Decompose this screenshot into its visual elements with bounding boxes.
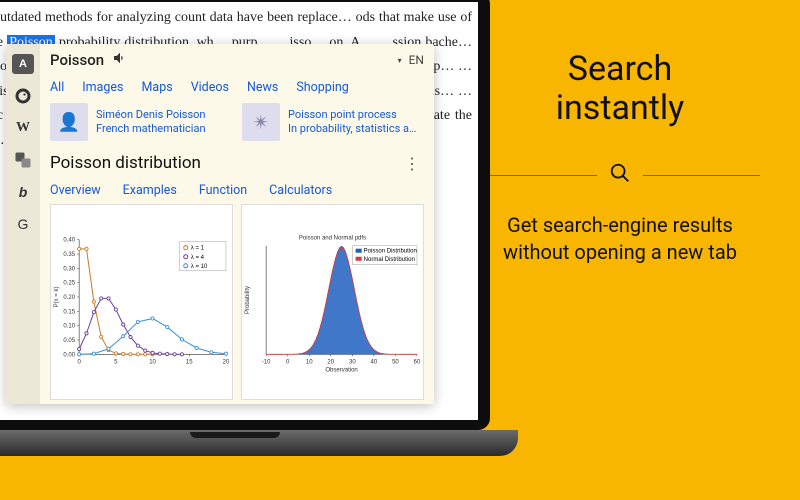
engine-google-icon[interactable]: G	[13, 214, 33, 234]
svg-text:20: 20	[223, 359, 230, 365]
svg-text:Probability: Probability	[245, 286, 251, 314]
svg-text:λ = 10: λ = 10	[191, 264, 208, 270]
svg-text:20: 20	[327, 359, 334, 365]
knowledge-title: Poisson point process	[288, 108, 416, 122]
promo-subtitle: Get search-engine results without openin…	[480, 212, 760, 266]
svg-text:λ = 4: λ = 4	[191, 255, 205, 261]
svg-text:Normal Distribution: Normal Distribution	[364, 257, 415, 263]
knowledge-subtitle: French mathematician	[96, 122, 206, 136]
knowledge-thumbnail: ✴	[242, 103, 280, 141]
tab-shopping[interactable]: Shopping	[296, 80, 348, 95]
svg-text:P(x = k): P(x = k)	[54, 287, 60, 308]
subtab-overview[interactable]: Overview	[50, 183, 101, 198]
section-subtabs: Overview Examples Function Calculators	[50, 173, 424, 204]
svg-text:30: 30	[349, 359, 356, 365]
engine-wikipedia-icon[interactable]: W	[13, 118, 33, 138]
svg-text:10: 10	[306, 359, 313, 365]
subtab-examples[interactable]: Examples	[123, 183, 177, 198]
svg-text:0.40: 0.40	[63, 238, 75, 244]
svg-text:0.05: 0.05	[63, 338, 75, 344]
subtab-function[interactable]: Function	[199, 183, 247, 198]
svg-text:15: 15	[186, 359, 193, 365]
svg-text:0: 0	[77, 359, 81, 365]
tab-news[interactable]: News	[247, 80, 278, 95]
svg-text:60: 60	[414, 359, 421, 365]
svg-text:-10: -10	[262, 359, 271, 365]
svg-text:Poisson Distribution: Poisson Distribution	[364, 249, 417, 255]
svg-text:0.30: 0.30	[63, 266, 75, 272]
chart-pmf: 0.00 0.05 0.10 0.15 0.20 0.25 0.30 0.35 0.40 0 5 10…	[50, 204, 233, 400]
tab-videos[interactable]: Videos	[191, 80, 229, 95]
svg-text:0.00: 0.00	[63, 352, 75, 358]
tab-maps[interactable]: Maps	[142, 80, 173, 95]
svg-text:0.25: 0.25	[63, 281, 75, 287]
engine-google-translate-icon[interactable]	[13, 150, 33, 170]
subtab-calculators[interactable]: Calculators	[269, 183, 332, 198]
divider	[480, 175, 597, 176]
svg-text:5: 5	[114, 359, 118, 365]
engine-generic-icon[interactable]: A	[12, 54, 34, 74]
svg-text:λ = 1: λ = 1	[191, 246, 205, 252]
tab-all[interactable]: All	[50, 80, 64, 95]
search-icon	[609, 162, 631, 188]
svg-text:0.20: 0.20	[63, 295, 75, 301]
tab-images[interactable]: Images	[82, 80, 123, 95]
svg-text:0.15: 0.15	[63, 309, 75, 315]
knowledge-card[interactable]: ✴ Poisson point process In probability, …	[242, 103, 424, 141]
svg-text:40: 40	[371, 359, 378, 365]
svg-text:0: 0	[286, 359, 290, 365]
search-popup: A W b G Poisson	[6, 44, 434, 404]
svg-text:10: 10	[149, 359, 156, 365]
engine-bing-icon[interactable]: b	[13, 182, 33, 202]
knowledge-title: Siméon Denis Poisson	[96, 108, 206, 122]
popup-query: Poisson	[50, 51, 104, 69]
chart-pdf: Poisson and Normal pdfs -10 0 10 20 30 40 50 60 O…	[241, 204, 424, 400]
divider	[643, 175, 760, 176]
svg-text:Poisson and Normal pdfs: Poisson and Normal pdfs	[299, 236, 366, 242]
engine-duckduckgo-icon[interactable]	[13, 86, 33, 106]
section-title: Poisson distribution	[50, 153, 201, 173]
svg-text:Observation: Observation	[325, 367, 357, 373]
promo-title: Searchinstantly	[480, 50, 760, 128]
svg-text:0.35: 0.35	[63, 252, 75, 258]
more-menu-icon[interactable]: ⋮	[400, 154, 424, 173]
pronounce-icon[interactable]	[112, 50, 128, 70]
svg-text:50: 50	[392, 359, 399, 365]
engine-sidebar: A W b G	[6, 44, 40, 404]
knowledge-card[interactable]: 👤 Siméon Denis Poisson French mathematic…	[50, 103, 232, 141]
language-selector[interactable]: ▾ EN	[398, 53, 424, 67]
laptop-mockup: …utdated methods for analyzing count dat…	[0, 0, 490, 462]
search-tabs: All Images Maps Videos News Shopping	[50, 70, 424, 103]
knowledge-subtitle: In probability, statistics a…	[288, 122, 416, 136]
knowledge-thumbnail: 👤	[50, 103, 88, 141]
svg-text:0.10: 0.10	[63, 324, 75, 330]
